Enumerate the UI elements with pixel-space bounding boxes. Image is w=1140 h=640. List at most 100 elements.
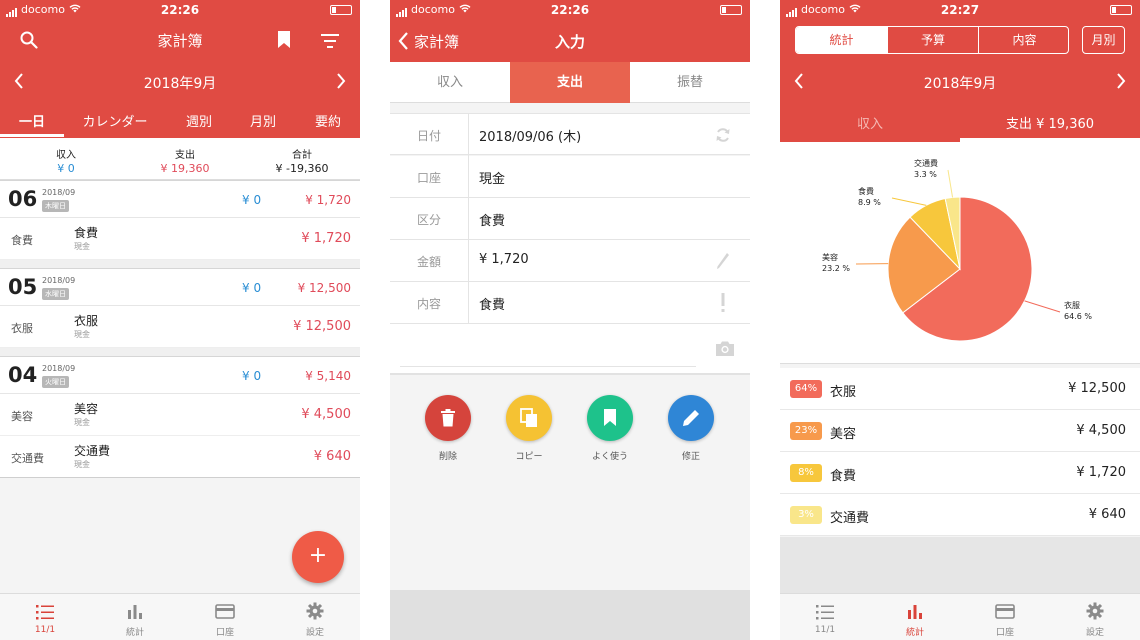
entry-detail-screen: docomo 22:26 家計簿 入力 収入 支出 振替 日付 2018/09/… <box>390 0 750 640</box>
legend-row[interactable]: 3% 交通費 ¥ 640 <box>780 494 1140 536</box>
chevron-right-icon[interactable] <box>1116 73 1126 93</box>
day-header[interactable]: 06 2018/09 木曜日 ¥ 0 ¥ 1,720 <box>0 180 360 218</box>
status-bar: docomo 22:26 <box>390 0 750 20</box>
legend-row[interactable]: 23% 美容 ¥ 4,500 <box>780 410 1140 452</box>
refresh-icon[interactable] <box>715 126 731 144</box>
battery-icon <box>720 5 742 15</box>
segment-detail[interactable]: 内容 <box>978 27 1068 53</box>
day-number: 05 <box>8 275 38 299</box>
period-button[interactable]: 月別 <box>1082 26 1125 54</box>
tab-expense[interactable]: 支出 ¥ 19,360 <box>960 113 1140 132</box>
tabbar-label: 11/1 <box>814 625 836 635</box>
empty-area <box>780 537 1140 593</box>
tab-daily[interactable]: 一日 <box>0 111 64 130</box>
segment-expense[interactable]: 支出 <box>510 62 630 103</box>
active-tab-indicator <box>0 134 64 137</box>
legend-percent: 23% <box>790 422 822 440</box>
entry-amount: ¥ 12,500 <box>293 319 351 334</box>
day-number: 04 <box>8 363 38 387</box>
legend-row[interactable]: 8% 食費 ¥ 1,720 <box>780 452 1140 494</box>
category-field[interactable]: 区分 食費 <box>390 198 750 240</box>
page-title: 入力 <box>554 33 585 51</box>
daily-list-screen: docomo 22:26 家計簿 2018年9月 一日 カレンダー 週別 月別 … <box>0 0 360 640</box>
favorite-button[interactable]: よく使う <box>570 395 650 462</box>
field-value: 2018/09/06 (木) <box>479 130 582 145</box>
segment-budget[interactable]: 予算 <box>887 27 978 53</box>
pie-label: 食費 <box>858 186 874 196</box>
pencil-icon[interactable] <box>716 252 730 270</box>
tabbar-item-daily[interactable]: 11/1 <box>0 594 90 640</box>
tabbar-label: 設定 <box>305 628 324 638</box>
day-header[interactable]: 05 2018/09 水曜日 ¥ 0 ¥ 12,500 <box>0 268 360 306</box>
tab-calendar[interactable]: カレンダー <box>75 111 155 130</box>
action-label: よく使う <box>591 452 628 462</box>
tabbar-item-daily[interactable]: 11/1 <box>780 594 870 640</box>
tab-income[interactable]: 収入 <box>780 113 960 132</box>
tabbar-item-accounts[interactable]: 口座 <box>180 594 270 640</box>
action-label: コピー <box>515 452 543 462</box>
pie-leader-line <box>891 197 927 206</box>
pencil-icon <box>683 410 699 426</box>
field-label: 内容 <box>416 297 441 311</box>
add-entry-button[interactable]: + <box>292 531 344 583</box>
list-item[interactable]: 衣服 衣服 現金 ¥ 12,500 <box>0 306 360 348</box>
chevron-right-icon[interactable] <box>336 73 346 93</box>
day-expense: ¥ 1,720 <box>305 193 351 207</box>
day-year-month: 2018/09 <box>42 364 76 373</box>
pie-label: 交通費 <box>914 158 938 168</box>
legend-name: 衣服 <box>830 385 857 400</box>
total-value: ¥ -19,360 <box>275 162 329 175</box>
field-value: 食費 <box>479 214 506 229</box>
legend-name: 美容 <box>830 427 857 442</box>
tabbar-label: 設定 <box>1085 628 1104 638</box>
delete-button[interactable]: 削除 <box>408 395 488 462</box>
day-header[interactable]: 04 2018/09 火曜日 ¥ 0 ¥ 5,140 <box>0 356 360 394</box>
segment-stats[interactable]: 統計 <box>796 27 887 53</box>
bookmark-icon[interactable] <box>277 31 291 53</box>
credit-card-icon <box>215 604 235 619</box>
status-bar: docomo 22:26 <box>0 0 360 20</box>
segment-income[interactable]: 収入 <box>390 62 510 103</box>
month-label: 2018年9月 <box>143 76 217 92</box>
day-income: ¥ 0 <box>242 281 262 295</box>
list-item[interactable]: 交通費 交通費 現金 ¥ 640 <box>0 436 360 478</box>
tabbar-item-settings[interactable]: 設定 <box>1050 594 1140 640</box>
account-field[interactable]: 口座 現金 <box>390 156 750 198</box>
list-item[interactable]: 美容 美容 現金 ¥ 4,500 <box>0 394 360 436</box>
pie-percent-label: 3.3 % <box>914 170 937 179</box>
filter-icon[interactable] <box>321 33 339 52</box>
tabbar-label: 11/1 <box>34 625 56 635</box>
photo-row[interactable] <box>390 324 750 375</box>
day-expense: ¥ 5,140 <box>305 369 351 383</box>
tab-weekly[interactable]: 週別 <box>174 111 224 130</box>
segment-transfer[interactable]: 振替 <box>630 62 750 103</box>
amount-field[interactable]: 金額 ¥ 1,720 <box>390 240 750 282</box>
tab-monthly[interactable]: 月別 <box>238 111 288 130</box>
status-bar: docomo 22:27 <box>780 0 1140 20</box>
pie-chart-area: 衣服 64.6 % 美容 23.2 % 食費 8.9 % 交通費 3.3 % <box>780 142 1140 364</box>
tab-summary[interactable]: 要約 <box>303 111 353 130</box>
tabbar-item-settings[interactable]: 設定 <box>270 594 360 640</box>
copy-button[interactable]: コピー <box>489 395 569 462</box>
memo-field[interactable]: 内容 食費 <box>390 282 750 324</box>
legend-amount: ¥ 12,500 <box>1068 381 1126 396</box>
camera-icon[interactable] <box>716 341 734 356</box>
month-label: 2018年9月 <box>923 76 997 92</box>
pie-percent-label: 23.2 % <box>822 264 850 273</box>
date-field[interactable]: 日付 2018/09/06 (木) <box>390 113 750 156</box>
pie-percent-label: 64.6 % <box>1064 312 1092 321</box>
field-label: 区分 <box>416 213 441 227</box>
legend-amount: ¥ 1,720 <box>1076 465 1126 480</box>
field-value: ¥ 1,720 <box>479 252 529 267</box>
pie-leader-line <box>1024 300 1061 313</box>
summary-row: 収入 ¥ 0 支出 ¥ 19,360 合計 ¥ -19,360 <box>0 138 360 180</box>
tabbar-label: 統計 <box>125 628 144 638</box>
tabbar-label: 口座 <box>215 628 234 638</box>
legend-amount: ¥ 640 <box>1088 507 1126 522</box>
tabbar-item-accounts[interactable]: 口座 <box>960 594 1050 640</box>
tabbar-item-stats[interactable]: 統計 <box>90 594 180 640</box>
edit-button[interactable]: 修正 <box>651 395 731 462</box>
list-item[interactable]: 食費 食費 現金 ¥ 1,720 <box>0 218 360 260</box>
legend-row[interactable]: 64% 衣服 ¥ 12,500 <box>780 368 1140 410</box>
tabbar-item-stats[interactable]: 統計 <box>870 594 960 640</box>
